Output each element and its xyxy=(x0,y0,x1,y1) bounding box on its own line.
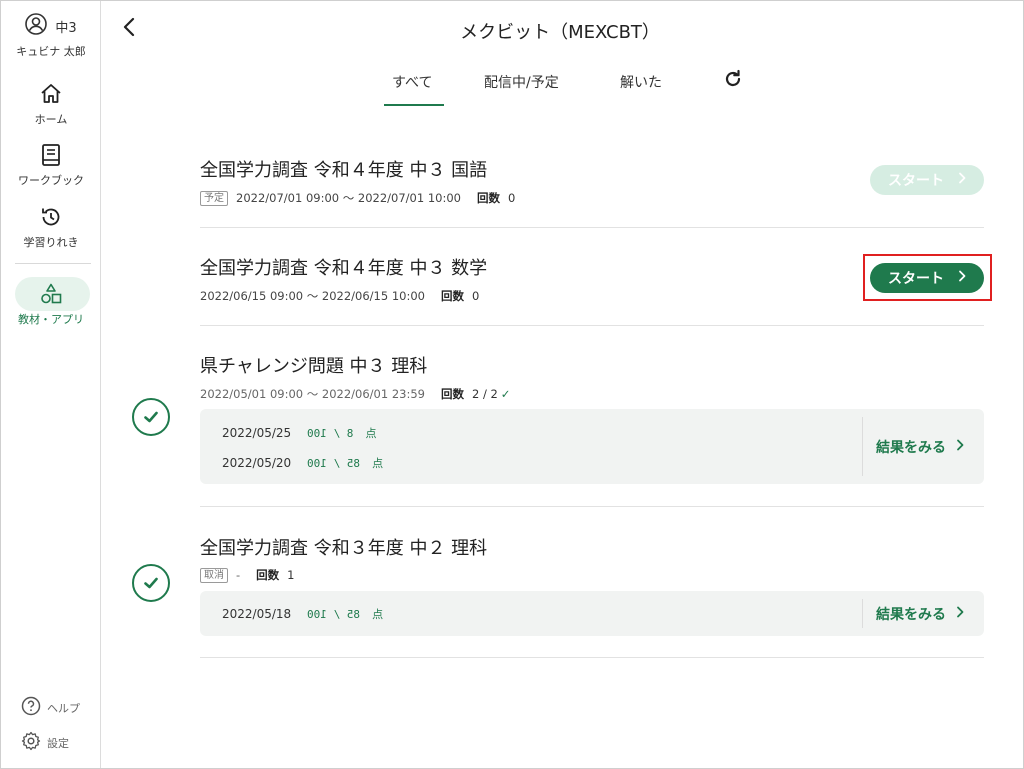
result-score: 85 / 100 xyxy=(307,607,361,621)
sidebar-divider xyxy=(15,263,91,264)
result-date: 2022/05/20 xyxy=(222,456,292,470)
sidebar-item-label: ホーム xyxy=(34,113,68,126)
result-unit: 点 xyxy=(365,427,377,440)
view-results-label: 結果をみる xyxy=(876,440,946,456)
sidebar-item-label: 教材・アプリ xyxy=(18,313,84,326)
results-panel: 2022/05/25 8 / 100 点 2022/05/20 85 / 100… xyxy=(200,409,984,484)
count-label: 回数 xyxy=(440,387,464,401)
item-period: 2022/06/15 09:00 〜 2022/06/15 10:00 xyxy=(200,289,425,303)
item-meta: 2022/06/15 09:00 〜 2022/06/15 10:00 回数 0 xyxy=(200,288,479,304)
status-badge: 取消 xyxy=(200,567,228,583)
user-grade: 中3 xyxy=(55,20,77,36)
start-button-label: スタート xyxy=(888,271,944,287)
count-value: 2 / 2 xyxy=(471,387,498,401)
result-unit: 点 xyxy=(372,608,384,621)
item-meta: 2022/05/01 09:00 〜 2022/06/01 23:59 回数 2… xyxy=(200,386,510,402)
start-button-label: スタート xyxy=(888,173,944,189)
shapes-icon xyxy=(1,281,101,307)
sidebar: 中3 キュビナ 太郎 ホーム ワークブック 学習りれき 教材・アプリ ヘルプ 設… xyxy=(1,1,101,768)
sidebar-item-label: 学習りれき xyxy=(23,236,79,249)
app-frame xyxy=(0,0,1024,769)
item-period: 2022/05/01 09:00 〜 2022/06/01 23:59 xyxy=(200,387,425,401)
item-title: 県チャレンジ問題 中３ 理科 xyxy=(200,356,428,377)
item-meta: 予定 2022/07/01 09:00 〜 2022/07/01 10:00 回… xyxy=(200,190,515,206)
sidebar-item-label: ワークブック xyxy=(18,174,84,187)
view-results-button[interactable]: 結果をみる xyxy=(876,437,964,457)
user-avatar-icon xyxy=(25,13,48,39)
settings-link[interactable]: 設定 xyxy=(21,731,69,755)
sidebar-item-workbook[interactable]: ワークブック xyxy=(1,142,101,188)
page-title: メクビット（MEXCBT） xyxy=(460,22,660,43)
count-value: 1 xyxy=(287,568,295,582)
status-badge: 予定 xyxy=(200,190,228,206)
count-value: 0 xyxy=(471,289,480,303)
help-link[interactable]: ヘルプ xyxy=(21,696,80,720)
tab-active-underline xyxy=(384,104,444,106)
item-title: 全国学力調査 令和３年度 中２ 理科 xyxy=(200,538,488,559)
count-label: 回数 xyxy=(256,568,280,582)
count-label: 回数 xyxy=(440,289,464,303)
list-separator xyxy=(200,657,984,658)
refresh-button[interactable] xyxy=(722,69,744,93)
settings-label: 設定 xyxy=(47,737,69,750)
list-separator xyxy=(200,506,984,507)
refresh-icon xyxy=(723,69,743,93)
result-score: 8 / 100 xyxy=(307,426,354,440)
history-icon xyxy=(1,204,101,230)
result-row: 2022/05/20 85 / 100 点 xyxy=(222,455,383,471)
help-label: ヘルプ xyxy=(47,702,80,715)
chevron-right-icon xyxy=(958,270,966,286)
sidebar-item-home[interactable]: ホーム xyxy=(1,81,101,127)
count-label: 回数 xyxy=(476,191,500,205)
item-period: 2022/07/01 09:00 〜 2022/07/01 10:00 xyxy=(236,191,461,205)
item-meta: 取消 - 回数 1 xyxy=(200,567,294,583)
user-profile[interactable]: 中3 キュビナ 太郎 xyxy=(1,13,101,59)
result-date: 2022/05/25 xyxy=(222,426,292,440)
result-score: 85 / 100 xyxy=(307,456,361,470)
help-icon xyxy=(21,696,41,720)
user-name: キュビナ 太郎 xyxy=(16,45,86,58)
chevron-right-icon xyxy=(958,172,966,188)
completed-check-icon xyxy=(132,398,170,436)
chevron-right-icon xyxy=(956,439,964,455)
start-button[interactable]: スタート xyxy=(870,263,984,293)
tab-all[interactable]: すべて xyxy=(392,72,432,92)
view-results-button[interactable]: 結果をみる xyxy=(876,604,964,624)
gear-icon xyxy=(21,731,41,755)
results-divider xyxy=(862,417,863,476)
item-title: 全国学力調査 令和４年度 中３ 数学 xyxy=(200,258,488,279)
sidebar-item-history[interactable]: 学習りれき xyxy=(1,204,101,250)
check-icon: ✓ xyxy=(500,387,511,401)
chevron-left-icon xyxy=(122,17,136,41)
result-date: 2022/05/18 xyxy=(222,607,292,621)
start-button-disabled[interactable]: スタート xyxy=(870,165,984,195)
count-value: 0 xyxy=(507,191,516,205)
book-icon xyxy=(1,142,101,168)
results-divider xyxy=(862,599,863,628)
result-row: 2022/05/25 8 / 100 点 xyxy=(222,425,377,441)
list-separator xyxy=(200,325,984,326)
sidebar-item-materials[interactable]: 教材・アプリ xyxy=(1,281,101,327)
back-button[interactable] xyxy=(116,16,142,42)
result-row: 2022/05/18 85 / 100 点 xyxy=(222,606,383,622)
view-results-label: 結果をみる xyxy=(876,607,946,623)
item-period: - xyxy=(236,568,241,582)
home-icon xyxy=(1,81,101,107)
tab-delivering[interactable]: 配信中/予定 xyxy=(484,72,559,92)
result-unit: 点 xyxy=(372,457,384,470)
chevron-right-icon xyxy=(956,606,964,622)
tab-solved[interactable]: 解いた xyxy=(620,72,662,92)
results-panel: 2022/05/18 85 / 100 点 結果をみる xyxy=(200,591,984,636)
completed-check-icon xyxy=(132,564,170,602)
list-separator xyxy=(200,227,984,228)
item-title: 全国学力調査 令和４年度 中３ 国語 xyxy=(200,160,488,181)
